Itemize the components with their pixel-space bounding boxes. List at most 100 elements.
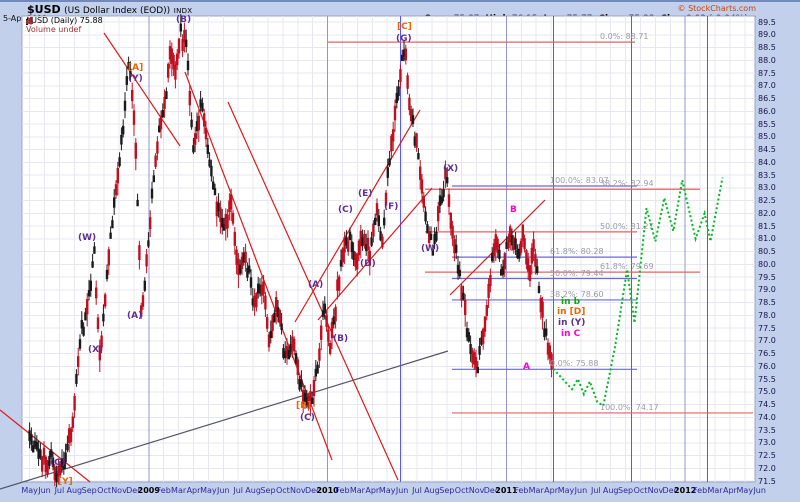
price-tick-label: 74.0 — [758, 412, 776, 422]
month-tick-label: Oct — [97, 486, 112, 495]
price-tick-label: 85.5 — [758, 119, 776, 129]
fib-level-label: 0.0%: 88.71 — [600, 32, 649, 42]
wave-annotation: (X) — [443, 164, 459, 174]
price-tick-label: 87.0 — [758, 81, 776, 91]
month-tick-label: Nov — [289, 486, 306, 495]
month-tick-label: May — [200, 486, 217, 495]
price-tick-label: 77.5 — [758, 323, 776, 333]
price-tick-label: 84.5 — [758, 145, 776, 154]
month-tick-label: Jun — [38, 486, 51, 495]
fib-level-label: 50.0%: 79.44 — [550, 268, 604, 278]
month-tick-label: Jun — [574, 486, 588, 495]
wave-annotation: (B) — [176, 15, 192, 25]
price-tick-label: 74.5 — [758, 400, 776, 409]
month-tick-label: Oct — [454, 486, 469, 495]
month-tick-label: Mar — [528, 486, 544, 495]
wave-annotation: in [D] — [557, 307, 586, 317]
month-tick-label: Jun — [753, 486, 766, 495]
price-tick-label: 87.5 — [758, 68, 776, 78]
price-tick-label: 89.0 — [758, 30, 776, 40]
price-tick-label: 71.5 — [758, 476, 776, 486]
month-tick-label: Aug — [424, 486, 440, 495]
wave-annotation: A — [523, 362, 530, 372]
wave-annotation: (A) — [308, 280, 324, 290]
price-tick-label: 80.5 — [758, 247, 776, 256]
wave-annotation: B — [510, 205, 517, 215]
month-tick-label: Feb — [156, 486, 171, 495]
price-tick-label: 82.5 — [758, 196, 776, 205]
month-tick-label: Jul — [412, 486, 422, 495]
wave-annotation: [Y] — [58, 477, 73, 487]
wave-annotation: (A) — [127, 311, 143, 321]
fib-level-label: 0.0%: 75.88 — [550, 359, 599, 369]
month-tick-label: May — [736, 486, 754, 495]
wave-annotation: (W) — [78, 233, 97, 243]
month-tick-label: Mar — [349, 486, 365, 495]
price-tick-label: 81.5 — [758, 221, 776, 231]
legend-volume-row: Volume undef — [26, 18, 103, 34]
month-tick-label: Apr — [365, 486, 380, 495]
wave-annotation: (X) — [88, 345, 104, 355]
price-tick-label: 86.0 — [758, 106, 776, 116]
wave-annotation: (E) — [358, 189, 373, 199]
wave-annotation: in C — [561, 329, 581, 339]
wave-annotation: (G) — [396, 34, 412, 44]
price-tick-label: 88.5 — [758, 43, 776, 52]
month-tick-label: May — [378, 486, 396, 495]
fib-level-label: 38.2%: 82.94 — [600, 179, 654, 189]
legend-series-label: $USD (Daily) 75.88 — [26, 16, 103, 25]
month-tick-label: Oct — [633, 486, 648, 495]
month-tick-label: Apr — [722, 486, 737, 495]
month-tick-label: Apr — [544, 486, 559, 495]
price-tick-label: 76.5 — [758, 349, 776, 358]
price-tick-label: 75.5 — [758, 374, 776, 384]
fib-level-label: 61.8%: 79.69 — [600, 262, 654, 272]
month-tick-label: May — [21, 486, 38, 495]
price-tick-label: 84.0 — [758, 157, 776, 167]
price-tick-label: 80.0 — [758, 259, 776, 269]
month-tick-label: Nov — [468, 486, 485, 495]
month-tick-label: Sep — [618, 486, 634, 495]
legend-series-row: $USD (Daily) 75.88 — [26, 17, 103, 25]
month-tick-label: Jun — [395, 486, 409, 495]
fib-level-label: 61.8%: 80.28 — [550, 247, 604, 257]
month-tick-label: Jul — [590, 486, 601, 495]
wave-annotation: (B) — [333, 334, 349, 344]
month-tick-label: Feb — [514, 486, 529, 495]
month-tick-label: Nov — [647, 486, 664, 495]
wave-annotation: (D) — [360, 259, 376, 269]
month-tick-label: Jun — [217, 486, 230, 495]
price-tick-label: 78.5 — [758, 298, 776, 307]
price-tick-label: 75.0 — [758, 387, 776, 397]
month-tick-label: Nov — [111, 486, 127, 495]
price-tick-label: 72.5 — [758, 451, 776, 460]
fib-level-label: 100.0%: 74.17 — [600, 402, 659, 412]
price-tick-label: 79.0 — [758, 285, 776, 295]
month-tick-label: Sep — [439, 486, 455, 495]
wave-annotation: [A] — [128, 63, 144, 73]
price-tick-label: 79.5 — [758, 272, 776, 282]
wave-annotation: (C) — [300, 413, 315, 423]
month-tick-label: Mar — [171, 486, 187, 495]
wave-annotation: (W) — [421, 244, 440, 254]
chart-frame: $USD (US Dollar Index (EOD)) INDX 5-Apr-… — [0, 0, 800, 500]
month-tick-label: Apr — [186, 486, 201, 495]
price-tick-label: 86.5 — [758, 94, 776, 103]
month-tick-label: Feb — [693, 486, 708, 495]
price-tick-label: 73.5 — [758, 425, 776, 435]
price-tick-label: 76.0 — [758, 361, 776, 371]
month-tick-label: Feb — [335, 486, 350, 495]
price-tick-label: 78.0 — [758, 310, 776, 320]
price-tick-label: 81.0 — [758, 234, 776, 244]
month-tick-label: Jul — [54, 486, 65, 495]
price-chart-svg — [0, 14, 756, 490]
wave-annotation: (C) — [338, 205, 353, 215]
wave-annotation: [B] — [296, 401, 312, 411]
month-tick-label: May — [557, 486, 575, 495]
plot-legend: $USD (Daily) 75.88 Volume undef — [26, 17, 103, 35]
volume-bars-icon — [26, 18, 33, 24]
wave-annotation: (G) — [50, 458, 66, 468]
legend-volume-label: Volume undef — [26, 25, 82, 34]
price-tick-label: 73.0 — [758, 438, 776, 448]
price-tick-label: 77.0 — [758, 336, 776, 346]
